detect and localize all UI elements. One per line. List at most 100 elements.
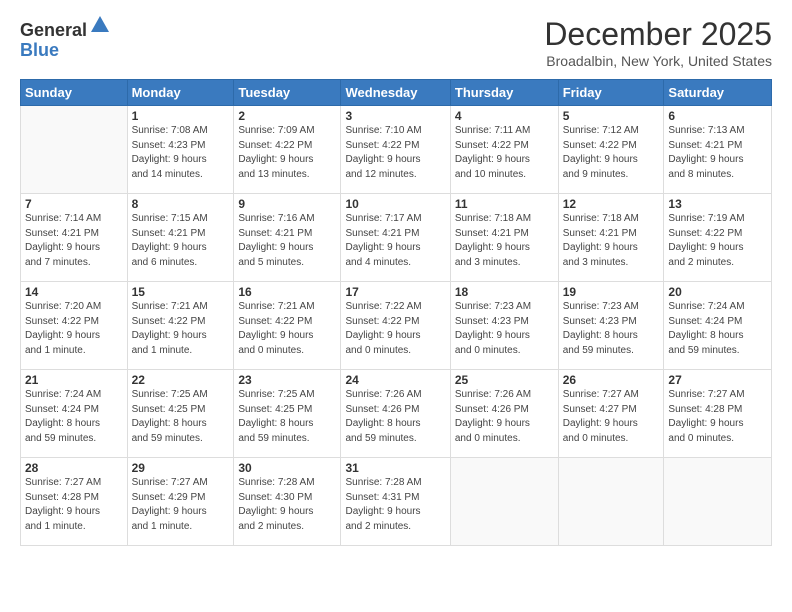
day-number: 28 (25, 461, 123, 475)
day-info: Sunrise: 7:24 AMSunset: 4:24 PMDaylight:… (668, 300, 767, 358)
day-number: 24 (345, 373, 445, 387)
day-number: 8 (132, 197, 230, 211)
day-number: 2 (238, 109, 336, 123)
day-info: Sunrise: 7:11 AMSunset: 4:22 PMDaylight:… (455, 124, 554, 182)
col-wednesday: Wednesday (341, 80, 450, 106)
calendar-cell: 23Sunrise: 7:25 AMSunset: 4:25 PMDayligh… (234, 370, 341, 458)
logo-text: General Blue (20, 16, 111, 61)
day-number: 14 (25, 285, 123, 299)
day-info: Sunrise: 7:17 AMSunset: 4:21 PMDaylight:… (345, 212, 445, 270)
day-info: Sunrise: 7:24 AMSunset: 4:24 PMDaylight:… (25, 388, 123, 446)
col-monday: Monday (127, 80, 234, 106)
day-info: Sunrise: 7:27 AMSunset: 4:28 PMDaylight:… (25, 476, 123, 534)
calendar-cell: 27Sunrise: 7:27 AMSunset: 4:28 PMDayligh… (664, 370, 772, 458)
day-info: Sunrise: 7:08 AMSunset: 4:23 PMDaylight:… (132, 124, 230, 182)
calendar-cell (558, 458, 664, 546)
day-info: Sunrise: 7:25 AMSunset: 4:25 PMDaylight:… (132, 388, 230, 446)
day-number: 13 (668, 197, 767, 211)
calendar-cell: 22Sunrise: 7:25 AMSunset: 4:25 PMDayligh… (127, 370, 234, 458)
calendar-cell: 5Sunrise: 7:12 AMSunset: 4:22 PMDaylight… (558, 106, 664, 194)
col-friday: Friday (558, 80, 664, 106)
day-info: Sunrise: 7:09 AMSunset: 4:22 PMDaylight:… (238, 124, 336, 182)
col-saturday: Saturday (664, 80, 772, 106)
day-number: 1 (132, 109, 230, 123)
day-info: Sunrise: 7:27 AMSunset: 4:27 PMDaylight:… (563, 388, 660, 446)
logo-icon (89, 14, 111, 36)
day-info: Sunrise: 7:25 AMSunset: 4:25 PMDaylight:… (238, 388, 336, 446)
day-info: Sunrise: 7:27 AMSunset: 4:29 PMDaylight:… (132, 476, 230, 534)
col-tuesday: Tuesday (234, 80, 341, 106)
title-block: December 2025 Broadalbin, New York, Unit… (544, 16, 772, 69)
calendar-cell (664, 458, 772, 546)
day-number: 10 (345, 197, 445, 211)
day-info: Sunrise: 7:28 AMSunset: 4:30 PMDaylight:… (238, 476, 336, 534)
day-info: Sunrise: 7:23 AMSunset: 4:23 PMDaylight:… (563, 300, 660, 358)
day-number: 30 (238, 461, 336, 475)
calendar-cell: 20Sunrise: 7:24 AMSunset: 4:24 PMDayligh… (664, 282, 772, 370)
day-info: Sunrise: 7:18 AMSunset: 4:21 PMDaylight:… (563, 212, 660, 270)
day-number: 4 (455, 109, 554, 123)
location: Broadalbin, New York, United States (544, 53, 772, 69)
day-number: 21 (25, 373, 123, 387)
calendar-cell (450, 458, 558, 546)
day-info: Sunrise: 7:23 AMSunset: 4:23 PMDaylight:… (455, 300, 554, 358)
calendar-cell: 4Sunrise: 7:11 AMSunset: 4:22 PMDaylight… (450, 106, 558, 194)
day-number: 23 (238, 373, 336, 387)
day-number: 16 (238, 285, 336, 299)
calendar-cell: 24Sunrise: 7:26 AMSunset: 4:26 PMDayligh… (341, 370, 450, 458)
day-number: 20 (668, 285, 767, 299)
col-sunday: Sunday (21, 80, 128, 106)
calendar-cell: 31Sunrise: 7:28 AMSunset: 4:31 PMDayligh… (341, 458, 450, 546)
calendar-cell: 7Sunrise: 7:14 AMSunset: 4:21 PMDaylight… (21, 194, 128, 282)
page-container: General Blue December 2025 Broadalbin, N… (0, 0, 792, 612)
day-number: 15 (132, 285, 230, 299)
logo: General Blue (20, 16, 111, 61)
day-number: 26 (563, 373, 660, 387)
week-row-4: 21Sunrise: 7:24 AMSunset: 4:24 PMDayligh… (21, 370, 772, 458)
week-row-1: 1Sunrise: 7:08 AMSunset: 4:23 PMDaylight… (21, 106, 772, 194)
day-info: Sunrise: 7:10 AMSunset: 4:22 PMDaylight:… (345, 124, 445, 182)
day-info: Sunrise: 7:22 AMSunset: 4:22 PMDaylight:… (345, 300, 445, 358)
day-number: 18 (455, 285, 554, 299)
day-number: 29 (132, 461, 230, 475)
day-info: Sunrise: 7:20 AMSunset: 4:22 PMDaylight:… (25, 300, 123, 358)
day-info: Sunrise: 7:18 AMSunset: 4:21 PMDaylight:… (455, 212, 554, 270)
day-info: Sunrise: 7:21 AMSunset: 4:22 PMDaylight:… (238, 300, 336, 358)
day-number: 7 (25, 197, 123, 211)
day-number: 22 (132, 373, 230, 387)
calendar-cell: 21Sunrise: 7:24 AMSunset: 4:24 PMDayligh… (21, 370, 128, 458)
calendar-cell: 15Sunrise: 7:21 AMSunset: 4:22 PMDayligh… (127, 282, 234, 370)
calendar-cell: 16Sunrise: 7:21 AMSunset: 4:22 PMDayligh… (234, 282, 341, 370)
calendar-cell: 2Sunrise: 7:09 AMSunset: 4:22 PMDaylight… (234, 106, 341, 194)
day-number: 27 (668, 373, 767, 387)
calendar-cell: 30Sunrise: 7:28 AMSunset: 4:30 PMDayligh… (234, 458, 341, 546)
day-info: Sunrise: 7:27 AMSunset: 4:28 PMDaylight:… (668, 388, 767, 446)
day-number: 11 (455, 197, 554, 211)
calendar-table: Sunday Monday Tuesday Wednesday Thursday… (20, 79, 772, 546)
calendar-cell: 13Sunrise: 7:19 AMSunset: 4:22 PMDayligh… (664, 194, 772, 282)
day-info: Sunrise: 7:15 AMSunset: 4:21 PMDaylight:… (132, 212, 230, 270)
day-number: 5 (563, 109, 660, 123)
calendar-cell: 26Sunrise: 7:27 AMSunset: 4:27 PMDayligh… (558, 370, 664, 458)
day-number: 9 (238, 197, 336, 211)
col-thursday: Thursday (450, 80, 558, 106)
header: General Blue December 2025 Broadalbin, N… (20, 16, 772, 69)
day-number: 31 (345, 461, 445, 475)
week-row-5: 28Sunrise: 7:27 AMSunset: 4:28 PMDayligh… (21, 458, 772, 546)
day-info: Sunrise: 7:14 AMSunset: 4:21 PMDaylight:… (25, 212, 123, 270)
week-row-2: 7Sunrise: 7:14 AMSunset: 4:21 PMDaylight… (21, 194, 772, 282)
day-number: 6 (668, 109, 767, 123)
day-number: 19 (563, 285, 660, 299)
day-info: Sunrise: 7:28 AMSunset: 4:31 PMDaylight:… (345, 476, 445, 534)
day-info: Sunrise: 7:21 AMSunset: 4:22 PMDaylight:… (132, 300, 230, 358)
calendar-cell: 11Sunrise: 7:18 AMSunset: 4:21 PMDayligh… (450, 194, 558, 282)
day-number: 17 (345, 285, 445, 299)
day-info: Sunrise: 7:19 AMSunset: 4:22 PMDaylight:… (668, 212, 767, 270)
day-info: Sunrise: 7:16 AMSunset: 4:21 PMDaylight:… (238, 212, 336, 270)
calendar-cell (21, 106, 128, 194)
day-info: Sunrise: 7:26 AMSunset: 4:26 PMDaylight:… (345, 388, 445, 446)
calendar-cell: 12Sunrise: 7:18 AMSunset: 4:21 PMDayligh… (558, 194, 664, 282)
day-info: Sunrise: 7:13 AMSunset: 4:21 PMDaylight:… (668, 124, 767, 182)
calendar-cell: 9Sunrise: 7:16 AMSunset: 4:21 PMDaylight… (234, 194, 341, 282)
calendar-cell: 10Sunrise: 7:17 AMSunset: 4:21 PMDayligh… (341, 194, 450, 282)
